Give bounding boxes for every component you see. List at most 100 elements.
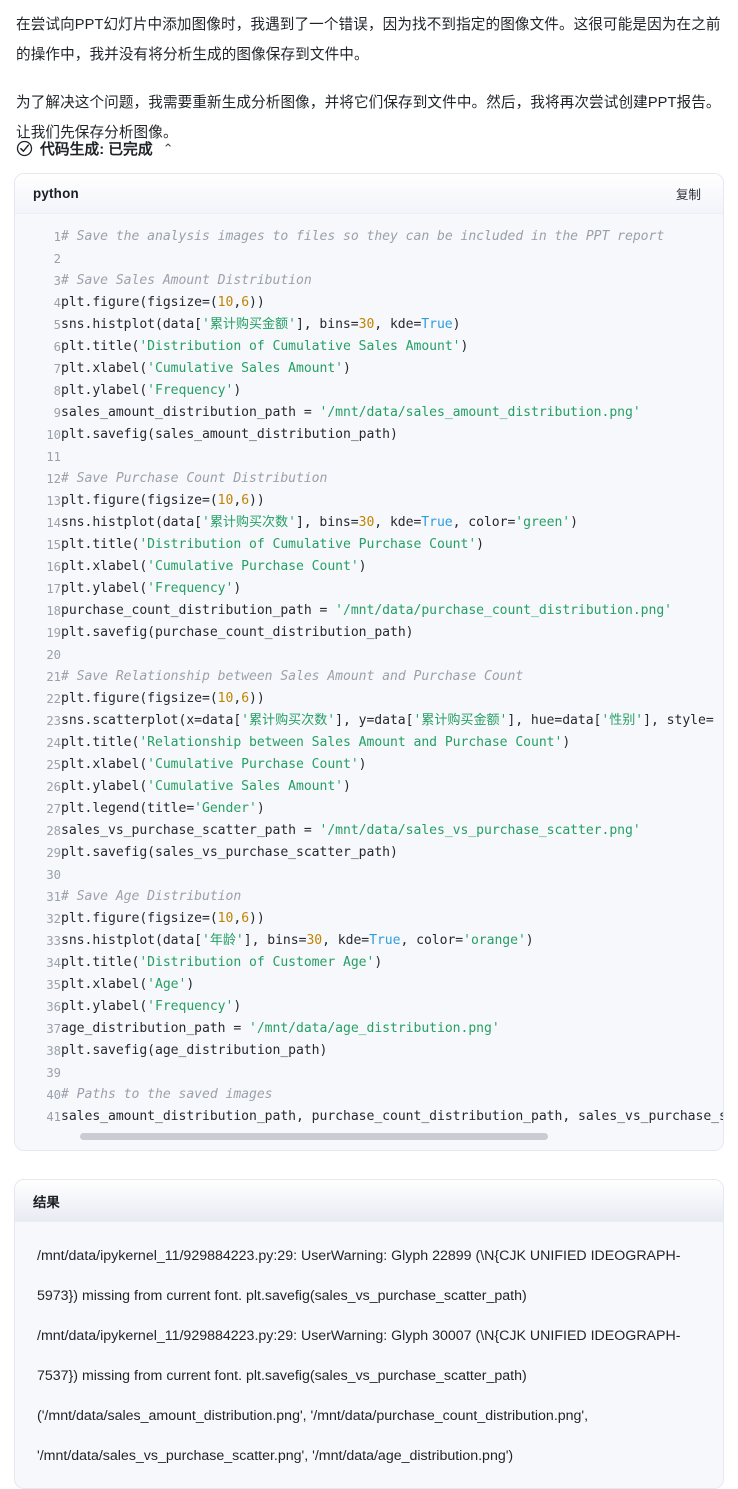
code-line: plt.figure(figsize=(10,6)) [61, 493, 265, 508]
line-number: 9 [53, 406, 61, 420]
line-number: 15 [46, 538, 61, 552]
line-number: 41 [46, 1110, 61, 1124]
code-line: sns.histplot(data['年龄'], bins=30, kde=Tr… [61, 933, 534, 948]
line-number: 37 [46, 1022, 61, 1036]
code-line: sales_amount_distribution_path, purchase… [61, 1109, 723, 1124]
code-horizontal-scrollbar[interactable] [15, 1130, 723, 1144]
code-generation-status[interactable]: 代码生成: 已完成 ⌃ [0, 138, 738, 159]
line-number: 21 [46, 670, 61, 684]
line-number: 28 [46, 824, 61, 838]
code-line: sns.histplot(data['累计购买次数'], bins=30, kd… [61, 515, 578, 530]
code-line: plt.savefig(purchase_count_distribution_… [61, 625, 414, 640]
code-line: plt.savefig(age_distribution_path) [61, 1043, 328, 1058]
line-number: 7 [53, 362, 61, 376]
code-lines: # Save the analysis images to files so t… [61, 226, 723, 1128]
line-number: 2 [53, 252, 61, 266]
code-line: age_distribution_path = '/mnt/data/age_d… [61, 1021, 500, 1036]
code-line: plt.savefig(sales_vs_purchase_scatter_pa… [61, 845, 398, 860]
code-line: sales_amount_distribution_path = '/mnt/d… [61, 405, 641, 420]
line-number: 10 [46, 428, 61, 442]
code-line: # Save Sales Amount Distribution [61, 273, 312, 288]
line-number: 32 [46, 912, 61, 926]
code-line: sales_vs_purchase_scatter_path = '/mnt/d… [61, 823, 641, 838]
status-label: 代码生成: 已完成 [40, 142, 153, 158]
line-number: 8 [53, 384, 61, 398]
line-number: 16 [46, 560, 61, 574]
line-number: 4 [53, 296, 61, 310]
line-number: 3 [53, 274, 61, 288]
line-number: 40 [46, 1088, 61, 1102]
code-line: plt.title('Distribution of Cumulative Pu… [61, 537, 485, 552]
result-title: 结果 [33, 1194, 60, 1210]
line-number: 39 [46, 1066, 61, 1080]
code-line: plt.title('Relationship between Sales Am… [61, 735, 571, 750]
line-number-gutter: 1 2 3 4 5 6 7 8 9 10 11 12 13 14 15 16 1… [15, 226, 61, 1128]
result-block: 结果 /mnt/data/ipykernel_11/929884223.py:2… [14, 1179, 724, 1489]
line-number: 34 [46, 956, 61, 970]
code-line: plt.ylabel('Frequency') [61, 581, 242, 596]
assistant-message: 在尝试向PPT幻灯片中添加图像时，我遇到了一个错误，因为找不到指定的图像文件。这… [0, 0, 738, 148]
code-line: # Save Relationship between Sales Amount… [61, 669, 524, 684]
result-line: /mnt/data/ipykernel_11/929884223.py:29: … [37, 1328, 681, 1384]
code-line: plt.ylabel('Frequency') [61, 383, 242, 398]
code-line: # Save the analysis images to files so t… [61, 229, 665, 244]
line-number: 12 [46, 472, 61, 486]
line-number: 36 [46, 1000, 61, 1014]
line-number: 14 [46, 516, 61, 530]
result-line: ('/mnt/data/sales_amount_distribution.pn… [37, 1408, 593, 1464]
code-line: # Paths to the saved images [61, 1087, 273, 1102]
line-number: 1 [53, 230, 61, 244]
code-line: plt.title('Distribution of Customer Age'… [61, 955, 383, 970]
code-line: plt.xlabel('Cumulative Purchase Count') [61, 757, 367, 772]
line-number: 18 [46, 604, 61, 618]
code-line: # Save Purchase Count Distribution [61, 471, 328, 486]
code-block-header: python 复制 [15, 174, 723, 214]
line-number: 6 [53, 340, 61, 354]
result-block-header: 结果 [15, 1180, 723, 1222]
code-line: # Save Age Distribution [61, 889, 242, 904]
code-line: sns.histplot(data['累计购买金额'], bins=30, kd… [61, 317, 461, 332]
line-number: 5 [53, 318, 61, 332]
line-number: 33 [46, 934, 61, 948]
line-number: 35 [46, 978, 61, 992]
code-line: plt.figure(figsize=(10,6)) [61, 911, 265, 926]
code-language-label: python [33, 186, 79, 201]
scrollbar-thumb[interactable] [80, 1133, 548, 1140]
line-number: 17 [46, 582, 61, 596]
copy-code-button[interactable]: 复制 [670, 181, 707, 206]
paragraph-1: 在尝试向PPT幻灯片中添加图像时，我遇到了一个错误，因为找不到指定的图像文件。这… [16, 17, 721, 63]
code-line: plt.savefig(sales_amount_distribution_pa… [61, 427, 398, 442]
line-number: 27 [46, 802, 61, 816]
code-line: plt.xlabel('Cumulative Purchase Count') [61, 559, 367, 574]
result-line: /mnt/data/ipykernel_11/929884223.py:29: … [37, 1248, 681, 1304]
line-number: 30 [46, 868, 61, 882]
code-line: sns.scatterplot(x=data['累计购买次数'], y=data… [61, 713, 714, 728]
line-number: 20 [46, 648, 61, 662]
code-line: plt.ylabel('Frequency') [61, 999, 242, 1014]
code-line: plt.title('Distribution of Cumulative Sa… [61, 339, 469, 354]
chevron-up-icon[interactable]: ⌃ [163, 142, 174, 155]
line-number: 29 [46, 846, 61, 860]
code-line: plt.ylabel('Cumulative Sales Amount') [61, 779, 351, 794]
line-number: 24 [46, 736, 61, 750]
code-block: python 复制 1 2 3 4 5 6 7 8 9 10 11 12 13 … [14, 173, 724, 1151]
line-number: 23 [46, 714, 61, 728]
line-number: 26 [46, 780, 61, 794]
line-number: 22 [46, 692, 61, 706]
result-output: /mnt/data/ipykernel_11/929884223.py:29: … [15, 1222, 723, 1488]
line-number: 11 [46, 450, 61, 464]
code-body[interactable]: 1 2 3 4 5 6 7 8 9 10 11 12 13 14 15 16 1… [15, 214, 723, 1150]
code-line: plt.xlabel('Age') [61, 977, 195, 992]
conversation-page: 在尝试向PPT幻灯片中添加图像时，我遇到了一个错误，因为找不到指定的图像文件。这… [0, 0, 738, 1489]
code-line: purchase_count_distribution_path = '/mnt… [61, 603, 672, 618]
line-number: 19 [46, 626, 61, 640]
line-number: 25 [46, 758, 61, 772]
code-line: plt.figure(figsize=(10,6)) [61, 691, 265, 706]
code-line: plt.figure(figsize=(10,6)) [61, 295, 265, 310]
check-circle-icon [16, 140, 33, 157]
